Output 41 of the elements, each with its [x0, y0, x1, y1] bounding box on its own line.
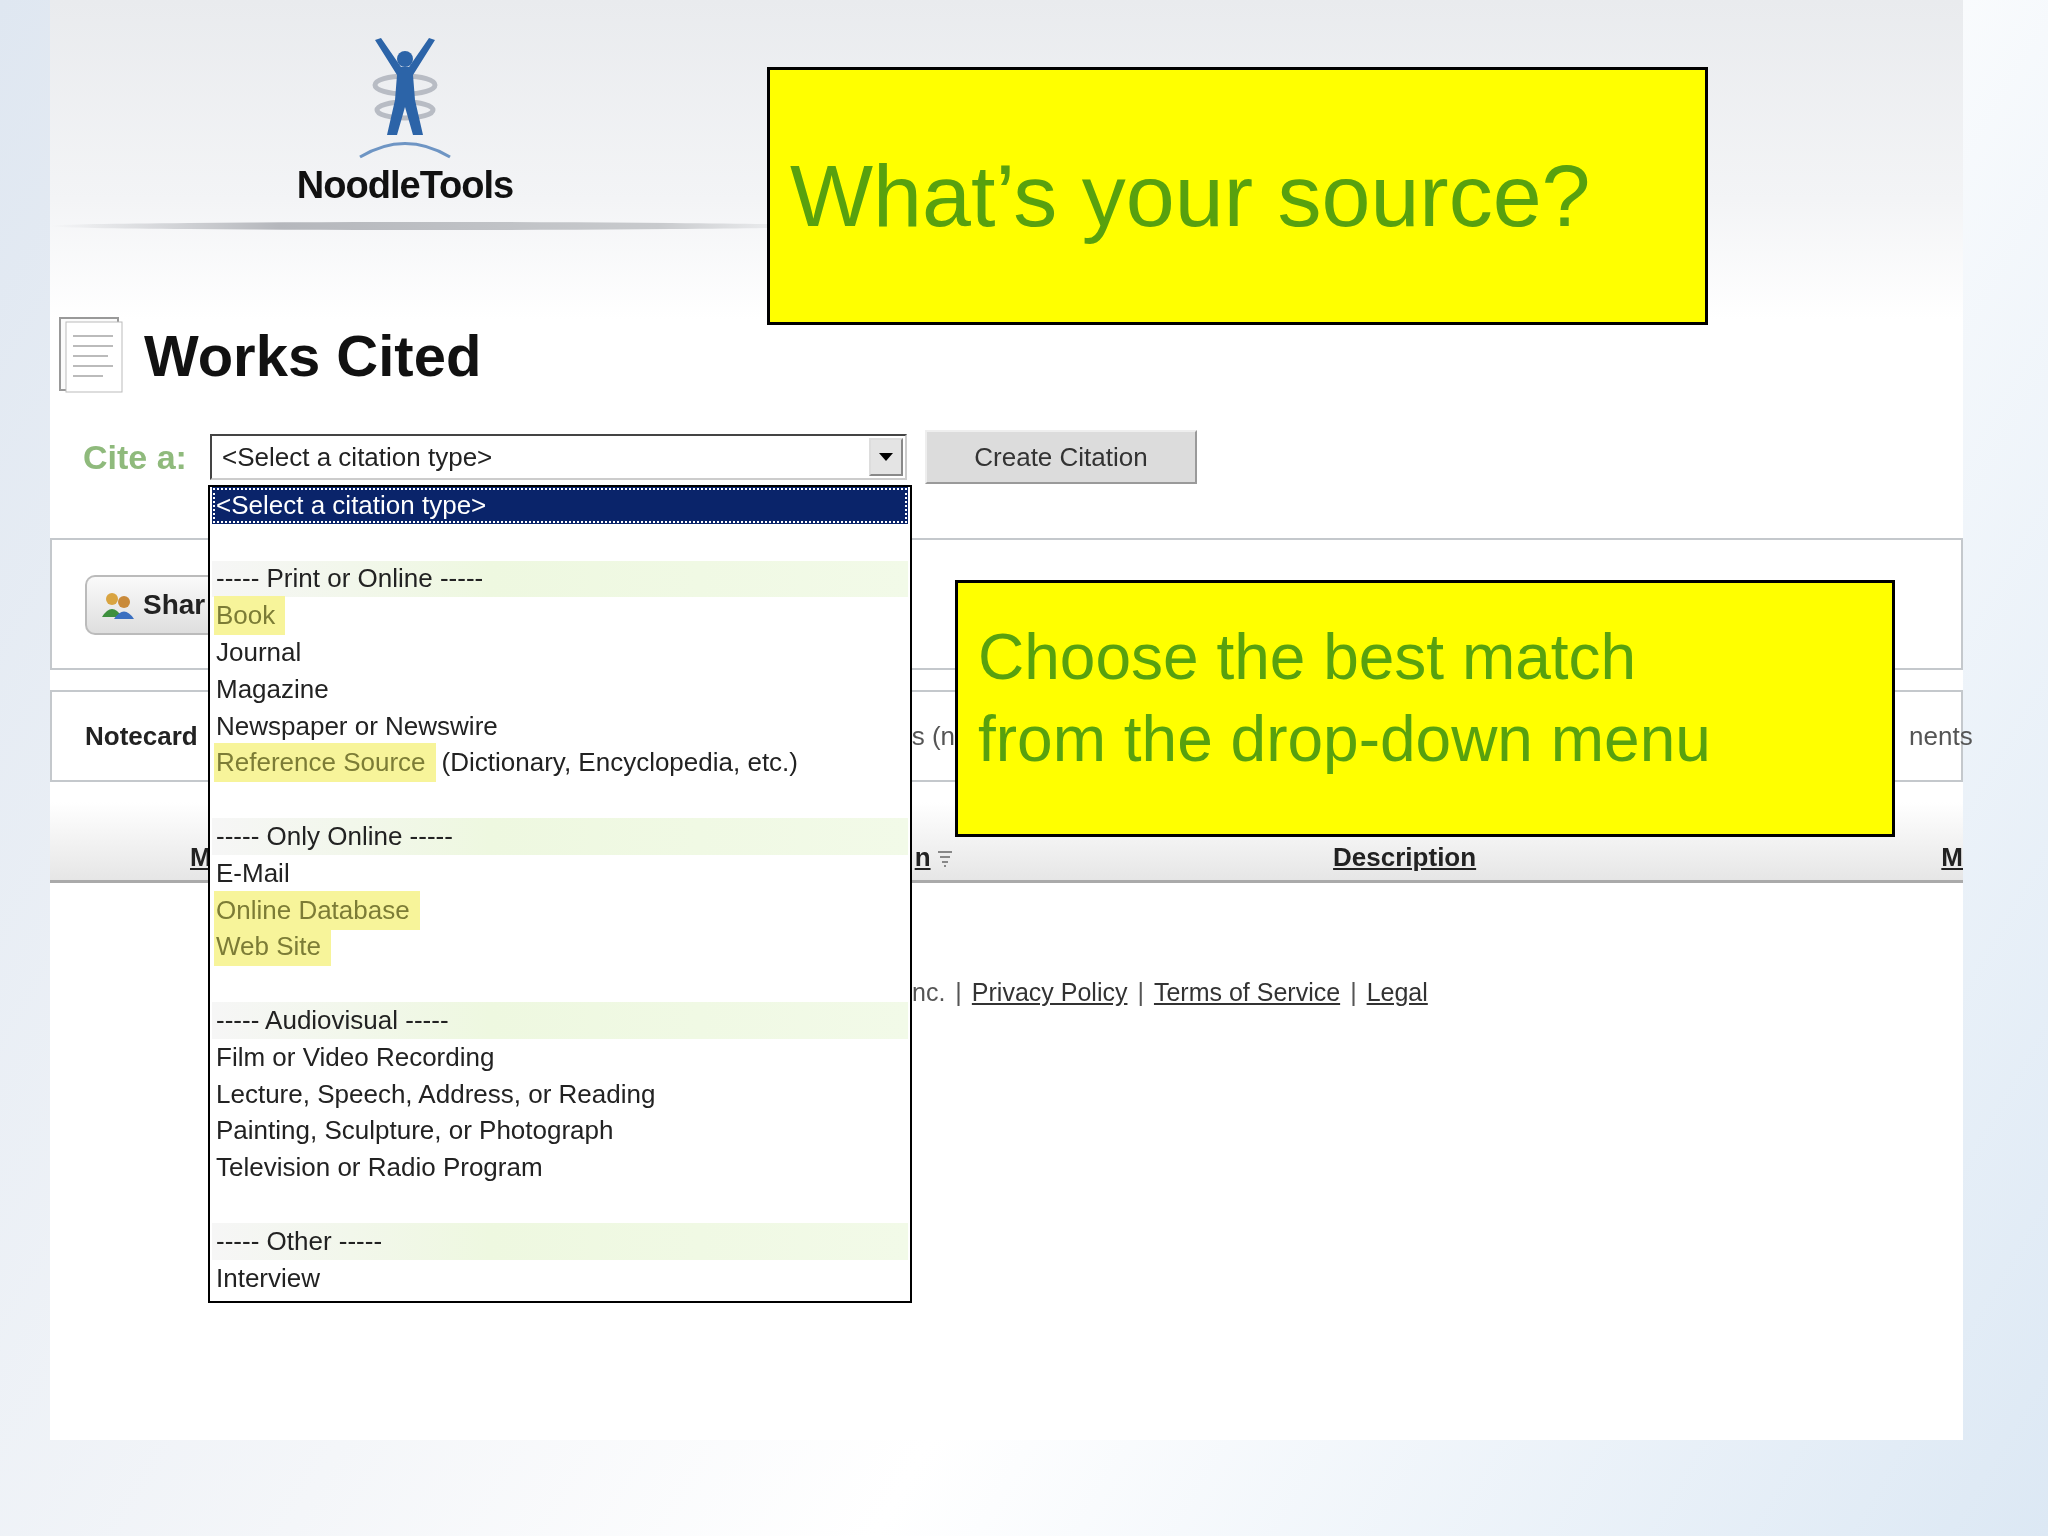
- tab-label[interactable]: Notecard: [85, 720, 198, 752]
- tab-label[interactable]: nents: [1909, 720, 1973, 752]
- column-header[interactable]: M: [1941, 842, 1963, 873]
- footer-text: nc.: [912, 978, 946, 1007]
- separator-text: |: [955, 978, 962, 1007]
- menu-option[interactable]: E-Mail: [216, 857, 290, 889]
- tab-label[interactable]: s (n: [911, 720, 956, 752]
- people-icon: [101, 591, 135, 619]
- page-title: Works Cited: [144, 321, 482, 389]
- separator-text: |: [1350, 978, 1357, 1007]
- option-note: (Dictionary, Encyclopedia, etc.): [441, 747, 798, 779]
- menu-option[interactable]: Television or Radio Program: [216, 1152, 543, 1184]
- logo-text: NoodleTools: [296, 164, 514, 207]
- cite-label: Cite a:: [83, 437, 188, 477]
- footer-link[interactable]: Legal: [1366, 978, 1428, 1007]
- citation-type-select[interactable]: <Select a citation type>: [210, 434, 907, 480]
- separator-text: |: [1137, 978, 1144, 1007]
- menu-option[interactable]: Online Database: [214, 890, 420, 930]
- footer-link[interactable]: Privacy Policy: [971, 978, 1128, 1007]
- menu-option[interactable]: Journal: [216, 637, 302, 669]
- menu-option[interactable]: Web Site: [214, 927, 331, 967]
- menu-option[interactable]: Reference Source: [214, 743, 436, 783]
- document-icon: [58, 316, 124, 394]
- create-citation-button[interactable]: Create Citation: [925, 430, 1197, 484]
- menu-option[interactable]: Painting, Sculpture, or Photograph: [216, 1115, 614, 1147]
- menu-option[interactable]: Interview: [216, 1262, 321, 1294]
- menu-option[interactable]: Newspaper or Newswire: [216, 710, 498, 742]
- share-button[interactable]: Shar: [85, 575, 210, 635]
- callout: What’s your source?: [767, 67, 1708, 325]
- menu-option[interactable]: Book: [214, 596, 286, 636]
- option-group-header: ----- Audiovisual -----: [212, 1002, 908, 1039]
- callout: Choose the best match from the drop-down menu: [955, 580, 1895, 837]
- option-group-header: ----- Other -----: [212, 1222, 908, 1260]
- menu-option[interactable]: Film or Video Recording: [216, 1041, 495, 1073]
- option-group-header: ----- Print or Online -----: [212, 560, 908, 598]
- menu-option[interactable]: Magazine: [216, 673, 329, 705]
- footer-link[interactable]: Terms of Service: [1153, 978, 1341, 1007]
- menu-option[interactable]: Lecture, Speech, Address, or Reading: [216, 1078, 656, 1110]
- option-group-header: ----- Only Online -----: [212, 818, 908, 855]
- column-header[interactable]: Description: [1333, 842, 1477, 873]
- column-header[interactable]: n: [914, 842, 931, 873]
